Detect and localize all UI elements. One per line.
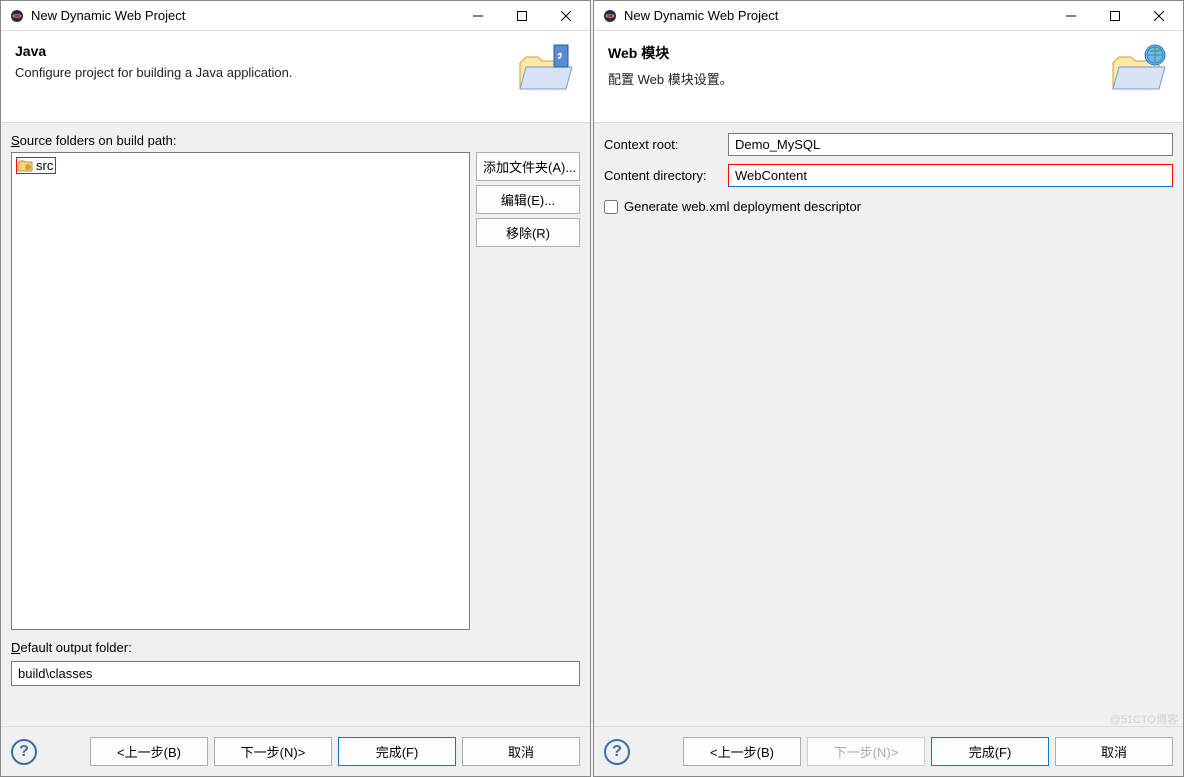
generate-webxml-checkbox[interactable] xyxy=(604,200,618,214)
dialog-java: New Dynamic Web Project Java Configure p… xyxy=(0,0,591,777)
folder-globe-icon xyxy=(1109,43,1169,95)
back-button[interactable]: <上一步(B) xyxy=(683,737,801,766)
default-output-input[interactable] xyxy=(11,661,580,686)
wizard-header: Java Configure project for building a Ja… xyxy=(1,31,590,123)
help-button[interactable]: ? xyxy=(11,739,37,765)
generate-webxml-label: Generate web.xml deployment descriptor xyxy=(624,199,861,214)
watermark: @51CTO博客 xyxy=(1110,711,1178,727)
source-folders-label: Source folders on build path: xyxy=(11,133,580,148)
folder-java-icon xyxy=(516,43,576,95)
wizard-header: Web 模块 配置 Web 模块设置。 xyxy=(594,31,1183,123)
dialog-footer: ? <上一步(B) 下一步(N)> 完成(F) 取消 xyxy=(1,726,590,776)
content-directory-input[interactable] xyxy=(728,164,1173,187)
list-item-label: src xyxy=(36,158,53,173)
context-root-input[interactable] xyxy=(728,133,1173,156)
page-description: 配置 Web 模块设置。 xyxy=(608,69,1109,88)
next-button[interactable]: 下一步(N)> xyxy=(214,737,332,766)
dialog-footer: ? <上一步(B) 下一步(N)> 完成(F) 取消 xyxy=(594,726,1183,776)
cancel-button[interactable]: 取消 xyxy=(1055,737,1173,766)
finish-button[interactable]: 完成(F) xyxy=(338,737,456,766)
edit-button[interactable]: 编辑(E)... xyxy=(476,185,580,214)
eclipse-icon xyxy=(9,8,25,24)
titlebar[interactable]: New Dynamic Web Project xyxy=(594,1,1183,31)
next-button: 下一步(N)> xyxy=(807,737,925,766)
back-button[interactable]: <上一步(B) xyxy=(90,737,208,766)
content-directory-label: Content directory: xyxy=(604,168,722,183)
context-root-label: Context root: xyxy=(604,137,722,152)
finish-button[interactable]: 完成(F) xyxy=(931,737,1049,766)
default-output-label: Default output folder: xyxy=(11,640,580,655)
package-folder-icon xyxy=(17,159,33,173)
maximize-button[interactable] xyxy=(1093,2,1137,30)
minimize-button[interactable] xyxy=(456,2,500,30)
titlebar[interactable]: New Dynamic Web Project xyxy=(1,1,590,31)
page-heading: Web 模块 xyxy=(608,43,1109,63)
cancel-button[interactable]: 取消 xyxy=(462,737,580,766)
window-title: New Dynamic Web Project xyxy=(624,8,1049,23)
page-heading: Java xyxy=(15,43,516,59)
close-button[interactable] xyxy=(1137,2,1181,30)
source-folders-list[interactable]: src xyxy=(11,152,470,630)
add-folder-button[interactable]: 添加文件夹(A)... xyxy=(476,152,580,181)
window-title: New Dynamic Web Project xyxy=(31,8,456,23)
maximize-button[interactable] xyxy=(500,2,544,30)
help-button[interactable]: ? xyxy=(604,739,630,765)
eclipse-icon xyxy=(602,8,618,24)
list-item[interactable]: src xyxy=(16,157,56,174)
remove-button[interactable]: 移除(R) xyxy=(476,218,580,247)
minimize-button[interactable] xyxy=(1049,2,1093,30)
page-description: Configure project for building a Java ap… xyxy=(15,65,516,80)
dialog-web-module: New Dynamic Web Project Web 模块 配置 Web 模块… xyxy=(593,0,1184,777)
close-button[interactable] xyxy=(544,2,588,30)
